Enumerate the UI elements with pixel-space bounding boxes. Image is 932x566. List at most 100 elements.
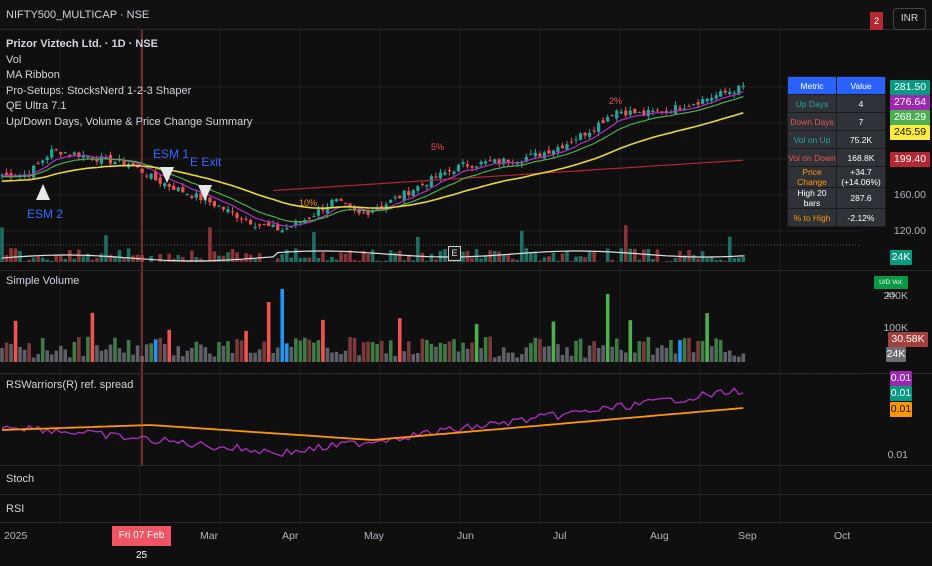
volume-bar-overlay <box>425 261 429 262</box>
simple-volume-bar <box>186 351 190 362</box>
legend-vol[interactable]: Vol <box>6 53 252 69</box>
simple-volume-bar <box>398 318 402 362</box>
volume-bar-overlay <box>104 235 108 262</box>
earnings-marker[interactable]: E <box>448 246 461 261</box>
volume-bar-overlay <box>579 256 583 262</box>
candle-body <box>55 149 58 150</box>
rsi-title[interactable]: RSI <box>6 503 24 515</box>
simple-volume-bar <box>0 348 4 362</box>
volume-bar-overlay <box>430 254 434 262</box>
simple-volume-bar <box>389 340 393 362</box>
simple-volume-bar <box>208 354 212 362</box>
legend-symbol[interactable]: Prizor Viztech Ltd. · 1D · NSE <box>6 37 252 53</box>
pane-divider[interactable] <box>0 494 932 495</box>
volume-bar-overlay <box>14 248 18 262</box>
candle-body <box>579 133 582 139</box>
simple-volume-bar <box>633 353 637 362</box>
legend-pro-setups[interactable]: Pro-Setups: StocksNerd 1-2-3 Shaper <box>6 84 252 100</box>
candle-body <box>330 200 333 207</box>
candle-body <box>276 224 279 230</box>
simple-volume-bar <box>497 356 501 362</box>
rs-spread-title[interactable]: RSWarriors(R) ref. spread <box>6 379 133 391</box>
simple-volume-title[interactable]: Simple Volume <box>6 275 79 287</box>
ud-vol-badge: U/D Vol: 2.5 <box>874 276 908 289</box>
volume-bar-overlay <box>561 253 565 262</box>
simple-volume-bar <box>421 339 425 362</box>
simple-volume-bar <box>366 341 370 362</box>
legend-qe-ultra[interactable]: QE Ultra 7.1 <box>6 99 252 115</box>
simple-volume-bar <box>665 348 669 362</box>
annotation-10pct: 10% <box>299 198 317 208</box>
last-price-label: 281.50 <box>890 80 930 95</box>
candle-body <box>272 225 275 227</box>
simple-volume-bar <box>353 338 357 362</box>
volume-bar-overlay <box>412 260 416 262</box>
simple-volume-bar <box>217 342 221 362</box>
simple-volume-bar <box>561 355 565 362</box>
simple-volume-bar <box>552 322 556 362</box>
legend-updown-summary[interactable]: Up/Down Days, Volume & Price Change Summ… <box>6 115 252 131</box>
simple-volume-bar <box>199 344 203 362</box>
simple-volume-bar <box>714 338 718 362</box>
simple-volume-bar <box>154 339 158 362</box>
rs-spread-ma-line <box>2 408 743 440</box>
volume-bar-overlay <box>642 250 646 262</box>
volume-bar-overlay <box>647 249 651 262</box>
simple-volume-bar <box>235 339 239 362</box>
pane-divider[interactable] <box>0 465 932 466</box>
candle-body <box>285 228 288 229</box>
candle-body <box>620 112 623 113</box>
simple-volume-bar <box>624 352 628 362</box>
simple-volume-bar <box>493 357 497 362</box>
stoch-title[interactable]: Stoch <box>6 473 34 485</box>
candle-body <box>145 176 148 177</box>
volume-bar-overlay <box>543 257 547 262</box>
volume-bar-overlay <box>669 261 673 262</box>
candle-body <box>181 187 184 192</box>
volume-bar-overlay <box>674 258 678 262</box>
pane-divider[interactable] <box>0 270 932 271</box>
candle-body <box>606 117 609 121</box>
candle-body <box>588 133 591 137</box>
simple-volume-bar <box>95 345 99 362</box>
simple-volume-bar <box>601 345 605 362</box>
simple-volume-bar <box>253 353 257 362</box>
volume-bar-overlay <box>54 255 58 262</box>
pane-divider[interactable] <box>0 373 932 374</box>
volume-bar-overlay <box>68 250 72 262</box>
simple-volume-bar <box>190 348 194 362</box>
time-label: Oct <box>834 530 850 542</box>
simple-volume-bar <box>167 330 171 362</box>
candle-body <box>719 91 722 96</box>
volume-bar-overlay <box>299 258 303 262</box>
alert-badge[interactable]: 2 <box>870 12 883 30</box>
simple-volume-bar <box>723 352 727 362</box>
simple-volume-bar <box>136 345 140 362</box>
volume-bar-overlay <box>100 253 104 262</box>
candle-body <box>701 99 704 104</box>
simple-volume-bar <box>127 340 131 362</box>
legend-ma-ribbon[interactable]: MA Ribbon <box>6 68 252 84</box>
volume-bar-overlay <box>208 227 212 262</box>
candle-body <box>443 173 446 175</box>
volume-bar-overlay <box>371 250 375 262</box>
simple-volume-bar <box>59 346 63 362</box>
currency-button[interactable]: INR <box>893 8 926 30</box>
simple-volume-bar <box>104 349 108 362</box>
volume-bar-overlay <box>511 259 515 262</box>
volume-bar-overlay <box>416 237 420 262</box>
simple-volume-bar <box>375 344 379 362</box>
volume-bar-overlay <box>592 251 596 262</box>
candle-body <box>425 185 428 186</box>
simple-volume-bar <box>362 342 366 362</box>
simple-volume-bar <box>574 341 578 362</box>
volume-bar-overlay <box>534 252 538 262</box>
candle-body <box>267 223 270 226</box>
simple-volume-bar <box>737 357 741 362</box>
simple-volume-bar <box>610 347 614 362</box>
metrics-header-metric: Metric <box>788 77 837 95</box>
volume-bar-overlay <box>434 259 438 262</box>
metric-value: +34.7 (+14.06%) <box>837 167 886 188</box>
simple-volume-bar <box>113 338 117 362</box>
candle-body <box>113 162 116 164</box>
